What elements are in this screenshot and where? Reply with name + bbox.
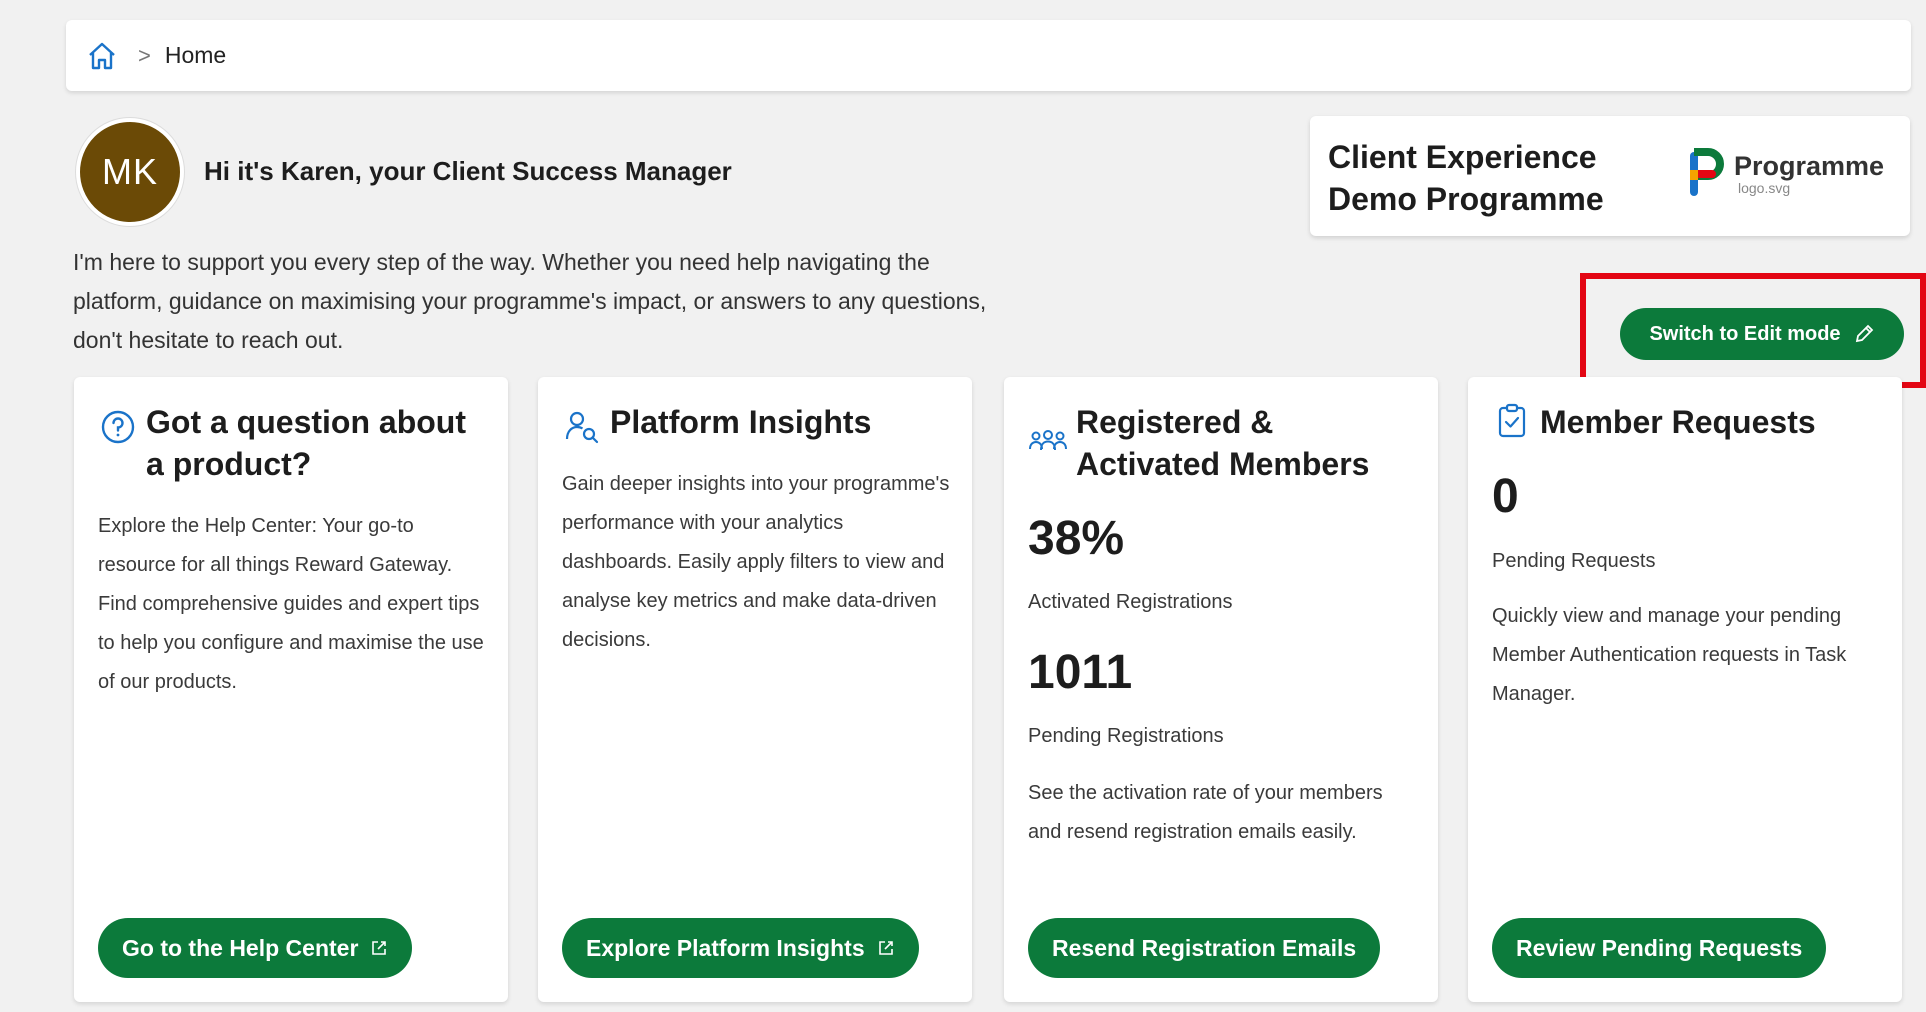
clipboard-check-icon: [1492, 401, 1532, 441]
help-card-body: Explore the Help Center: Your go-to reso…: [98, 515, 484, 693]
activated-label: Activated Registrations: [1028, 591, 1233, 613]
resend-registration-button[interactable]: Resend Registration Emails: [1028, 918, 1381, 978]
programme-card: Client Experience Demo Programme Program…: [1310, 116, 1910, 236]
explore-insights-button[interactable]: Explore Platform Insights: [562, 918, 919, 978]
member-requests-card: Member Requests 0 Pending Requests Quick…: [1468, 377, 1902, 1002]
intro-text: I'm here to support you every step of th…: [73, 249, 987, 353]
people-group-icon: [1028, 421, 1068, 461]
breadcrumb-separator: >: [138, 42, 151, 68]
platform-insights-title: Platform Insights: [610, 404, 872, 440]
platform-insights-card: Platform Insights Gain deeper insights i…: [538, 377, 972, 1002]
registered-members-title: Registered & Activated Members: [1076, 404, 1370, 482]
programme-logo-file: logo.svg: [1738, 180, 1791, 196]
programme-logo-word: Programme: [1734, 151, 1885, 181]
programme-logo-mark-icon: [1690, 148, 1724, 196]
question-circle-icon: [98, 407, 138, 447]
help-card: Got a question about a product? Explore …: [74, 377, 508, 1002]
pencil-icon: [1855, 324, 1873, 343]
pending-requests-count: 0: [1492, 470, 1519, 523]
platform-insights-body: Gain deeper insights into your programme…: [562, 473, 950, 651]
help-center-button[interactable]: Go to the Help Center: [98, 918, 413, 978]
home-icon[interactable]: [86, 39, 120, 73]
pending-registrations-count: 1011: [1028, 646, 1133, 699]
external-link-icon: [878, 941, 893, 955]
external-link-icon: [372, 941, 387, 955]
review-pending-requests-button-label: Review Pending Requests: [1516, 934, 1803, 961]
programme-name: Client Experience Demo Programme: [1328, 139, 1604, 217]
programme-logo: Programme logo.svg: [1686, 148, 1896, 208]
registered-members-body: See the activation rate of your members …: [1028, 782, 1383, 843]
avatar: MK: [76, 118, 184, 226]
breadcrumb: > Home: [66, 20, 1911, 91]
pending-requests-label: Pending Requests: [1492, 550, 1656, 572]
switch-edit-mode-button[interactable]: Switch to Edit mode: [1620, 308, 1904, 360]
activated-percentage: 38%: [1028, 512, 1125, 565]
switch-edit-mode-label: Switch to Edit mode: [1649, 322, 1841, 345]
review-pending-requests-button[interactable]: Review Pending Requests: [1492, 918, 1827, 978]
resend-registration-button-label: Resend Registration Emails: [1052, 934, 1357, 961]
member-requests-body: Quickly view and manage your pending Mem…: [1492, 605, 1847, 705]
greeting-heading: Hi it's Karen, your Client Success Manag…: [204, 156, 732, 186]
registered-members-card: Registered & Activated Members 38% Activ…: [1004, 377, 1438, 1002]
member-requests-title: Member Requests: [1540, 404, 1816, 440]
help-center-button-label: Go to the Help Center: [122, 934, 359, 961]
person-search-icon: [562, 407, 602, 447]
breadcrumb-current: Home: [164, 42, 227, 68]
help-card-title: Got a question about a product?: [146, 404, 466, 482]
pending-registrations-label: Pending Registrations: [1028, 725, 1224, 747]
explore-insights-button-label: Explore Platform Insights: [586, 934, 865, 961]
